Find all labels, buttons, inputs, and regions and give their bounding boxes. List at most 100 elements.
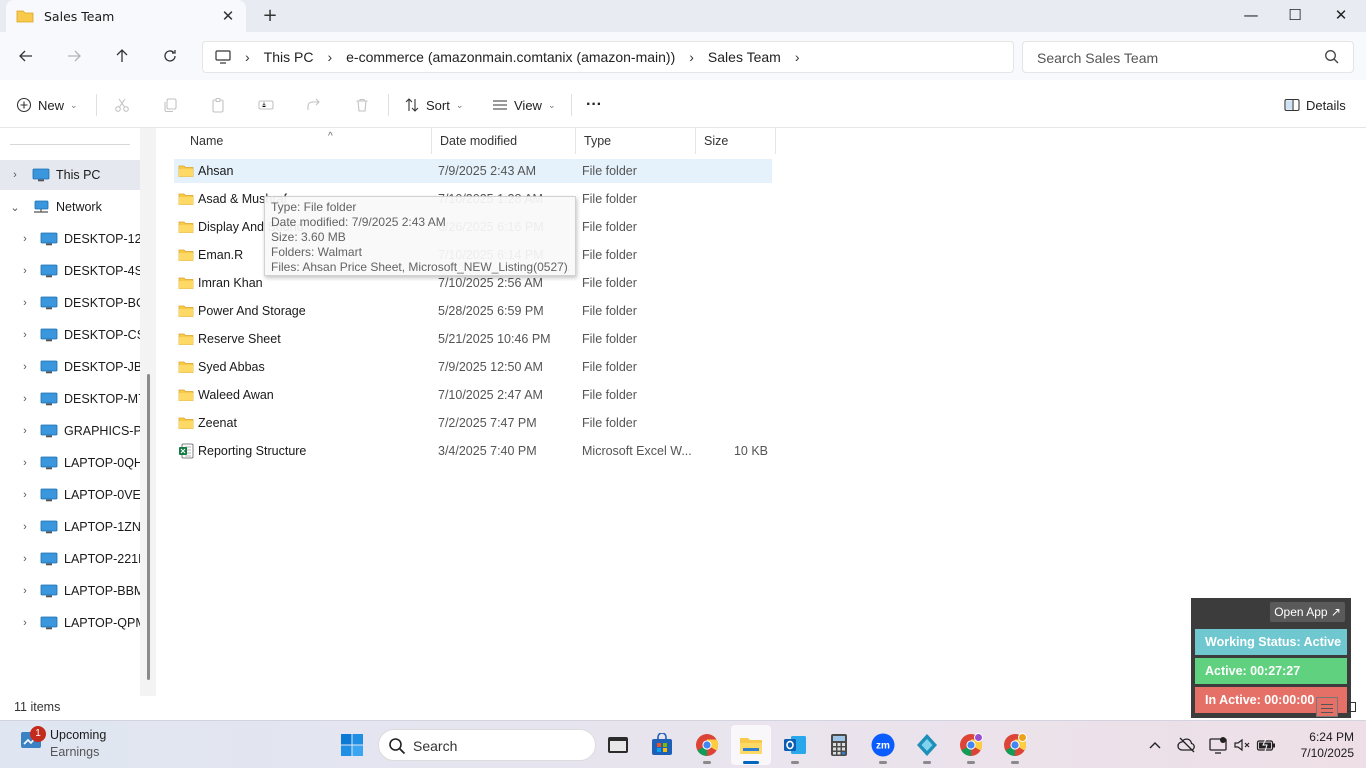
search-box[interactable] <box>1022 41 1354 73</box>
taskbar-app-remote[interactable] <box>907 725 947 765</box>
file-size <box>694 243 768 267</box>
sidebar-item-computer[interactable]: › LAPTOP-1ZNY <box>0 512 140 542</box>
up-button[interactable] <box>108 42 136 70</box>
tab-sales-team[interactable]: Sales Team ✕ <box>6 0 246 32</box>
close-button[interactable]: ✕ <box>1318 0 1364 32</box>
chevron-right-icon[interactable]: › <box>18 521 32 533</box>
cloud-offline-icon[interactable] <box>1177 735 1197 755</box>
forward-button[interactable] <box>60 42 88 70</box>
file-row[interactable]: Syed Abbas 7/9/2025 12:50 AM File folder <box>174 355 772 379</box>
more-options-button[interactable]: ··· <box>586 92 602 118</box>
breadcrumb-sales-team[interactable]: Sales Team <box>708 49 781 65</box>
new-button[interactable]: New ⌄ <box>16 92 78 118</box>
taskbar-app-calculator[interactable] <box>819 725 859 765</box>
paste-button[interactable] <box>210 92 226 118</box>
battery-charging-icon[interactable] <box>1256 735 1276 755</box>
sidebar-item-computer[interactable]: › LAPTOP-221N <box>0 544 140 574</box>
sidebar-item-computer[interactable]: › LAPTOP-0QH9 <box>0 448 140 478</box>
maximize-button[interactable]: ☐ <box>1272 0 1318 32</box>
sidebar-item-this-pc[interactable]: › This PC <box>0 160 140 190</box>
chevron-right-icon[interactable]: › <box>795 49 800 65</box>
cut-button[interactable] <box>114 92 130 118</box>
system-clock[interactable]: 6:24 PM 7/10/2025 <box>1288 729 1354 761</box>
file-row[interactable]: Reserve Sheet 5/21/2025 10:46 PM File fold… <box>174 327 772 351</box>
sidebar-item-computer[interactable]: › DESKTOP-CSK <box>0 320 140 350</box>
minimize-button[interactable]: — <box>1228 0 1274 32</box>
file-row[interactable]: Zeenat 7/2/2025 7:47 PM File folder <box>174 411 772 435</box>
details-button[interactable]: Details <box>1284 92 1346 118</box>
widget-resize-icon[interactable] <box>1347 702 1356 712</box>
view-button[interactable]: View ⌄ <box>492 92 556 118</box>
file-date: 5/21/2025 10:46 PM <box>438 332 551 346</box>
sort-button[interactable]: Sort ⌄ <box>404 92 463 118</box>
refresh-button[interactable] <box>156 42 184 70</box>
column-header-name[interactable]: Name ^ <box>182 128 432 154</box>
sidebar-item-network[interactable]: ⌄ Network <box>0 192 140 222</box>
chevron-right-icon[interactable]: › <box>18 361 32 373</box>
open-app-button[interactable]: Open App ↗ <box>1270 602 1345 622</box>
column-header-size[interactable]: Size <box>696 128 776 154</box>
file-row[interactable]: Power And Storage 5/28/2025 6:59 PM File f… <box>174 299 772 323</box>
sidebar-item-computer[interactable]: › LAPTOP-0VEE <box>0 480 140 510</box>
computer-icon <box>40 264 58 278</box>
copy-button[interactable] <box>162 92 178 118</box>
taskbar-app-file-explorer[interactable] <box>731 725 771 765</box>
sidebar-item-computer[interactable]: › DESKTOP-JB9V <box>0 352 140 382</box>
chevron-right-icon[interactable]: › <box>18 425 32 437</box>
chevron-right-icon[interactable]: › <box>18 457 32 469</box>
taskbar-app-store[interactable] <box>642 725 682 765</box>
chevron-right-icon[interactable]: › <box>18 329 32 341</box>
chevron-right-icon[interactable]: › <box>18 585 32 597</box>
taskbar-app-outlook[interactable] <box>775 725 815 765</box>
chevron-right-icon[interactable]: › <box>18 617 32 629</box>
file-explorer-icon <box>740 738 762 754</box>
chevron-right-icon[interactable]: › <box>8 169 22 181</box>
chevron-right-icon[interactable]: › <box>18 489 32 501</box>
taskbar-app-chrome-profile-3[interactable] <box>995 725 1035 765</box>
address-bar[interactable]: › This PC › e-commerce (amazonmain.comta… <box>202 41 1014 73</box>
widget-menu-icon[interactable] <box>1316 697 1338 717</box>
chevron-right-icon[interactable]: › <box>18 393 32 405</box>
chevron-right-icon[interactable]: › <box>18 265 32 277</box>
search-input[interactable] <box>1037 48 1317 68</box>
taskbar-app-zoom[interactable]: zm <box>863 725 903 765</box>
folder-icon <box>178 305 194 317</box>
delete-button[interactable] <box>354 92 370 118</box>
sidebar-item-computer[interactable]: › LAPTOP-BBMS <box>0 576 140 606</box>
sidebar-item-computer[interactable]: › LAPTOP-QPM <box>0 608 140 638</box>
sidebar-item-computer[interactable]: › DESKTOP-BCE <box>0 288 140 318</box>
rename-icon <box>258 100 274 110</box>
rename-button[interactable] <box>258 92 274 118</box>
column-header-type[interactable]: Type <box>576 128 696 154</box>
column-header-date[interactable]: Date modified <box>432 128 576 154</box>
taskbar-app-chrome[interactable] <box>687 725 727 765</box>
file-row[interactable]: Waleed Awan 7/10/2025 2:47 AM File folder <box>174 383 772 407</box>
sidebar-item-computer[interactable]: › GRAPHICS-PC <box>0 416 140 446</box>
taskbar-search-input[interactable] <box>413 737 573 755</box>
chevron-right-icon[interactable]: › <box>18 297 32 309</box>
taskbar-app-chrome-profile-2[interactable] <box>951 725 991 765</box>
breadcrumb-this-pc[interactable]: This PC <box>264 49 314 65</box>
breadcrumb-e-commerce[interactable]: e-commerce (amazonmain.comtanix (amazon-… <box>346 49 675 65</box>
speaker-muted-icon[interactable] <box>1232 735 1252 755</box>
chevron-down-icon[interactable]: ⌄ <box>8 201 22 214</box>
sidebar-item-label: DESKTOP-BCE <box>64 296 140 310</box>
sidebar-item-computer[interactable]: › DESKTOP-M7L <box>0 384 140 414</box>
taskbar-search[interactable] <box>378 729 596 761</box>
chevron-up-icon[interactable] <box>1145 735 1165 755</box>
windows-start-icon[interactable] <box>340 733 364 757</box>
file-size <box>694 355 768 379</box>
chevron-right-icon[interactable]: › <box>18 553 32 565</box>
share-button[interactable] <box>306 92 322 118</box>
tab-close-icon[interactable]: ✕ <box>218 6 238 26</box>
new-tab-button[interactable]: + <box>258 4 282 28</box>
sidebar-item-computer[interactable]: › DESKTOP-12S2 <box>0 224 140 254</box>
display-icon[interactable] <box>1208 735 1228 755</box>
taskbar-app-terminal[interactable] <box>598 725 638 765</box>
file-row[interactable]: Reporting Structure 3/4/2025 7:40 PM Micro… <box>174 439 772 463</box>
chevron-right-icon[interactable]: › <box>18 233 32 245</box>
file-row[interactable]: Ahsan 7/9/2025 2:43 AM File folder <box>174 159 772 183</box>
sidebar-scrollbar-thumb[interactable] <box>147 374 150 680</box>
back-button[interactable] <box>12 42 40 70</box>
sidebar-item-computer[interactable]: › DESKTOP-4S6D <box>0 256 140 286</box>
